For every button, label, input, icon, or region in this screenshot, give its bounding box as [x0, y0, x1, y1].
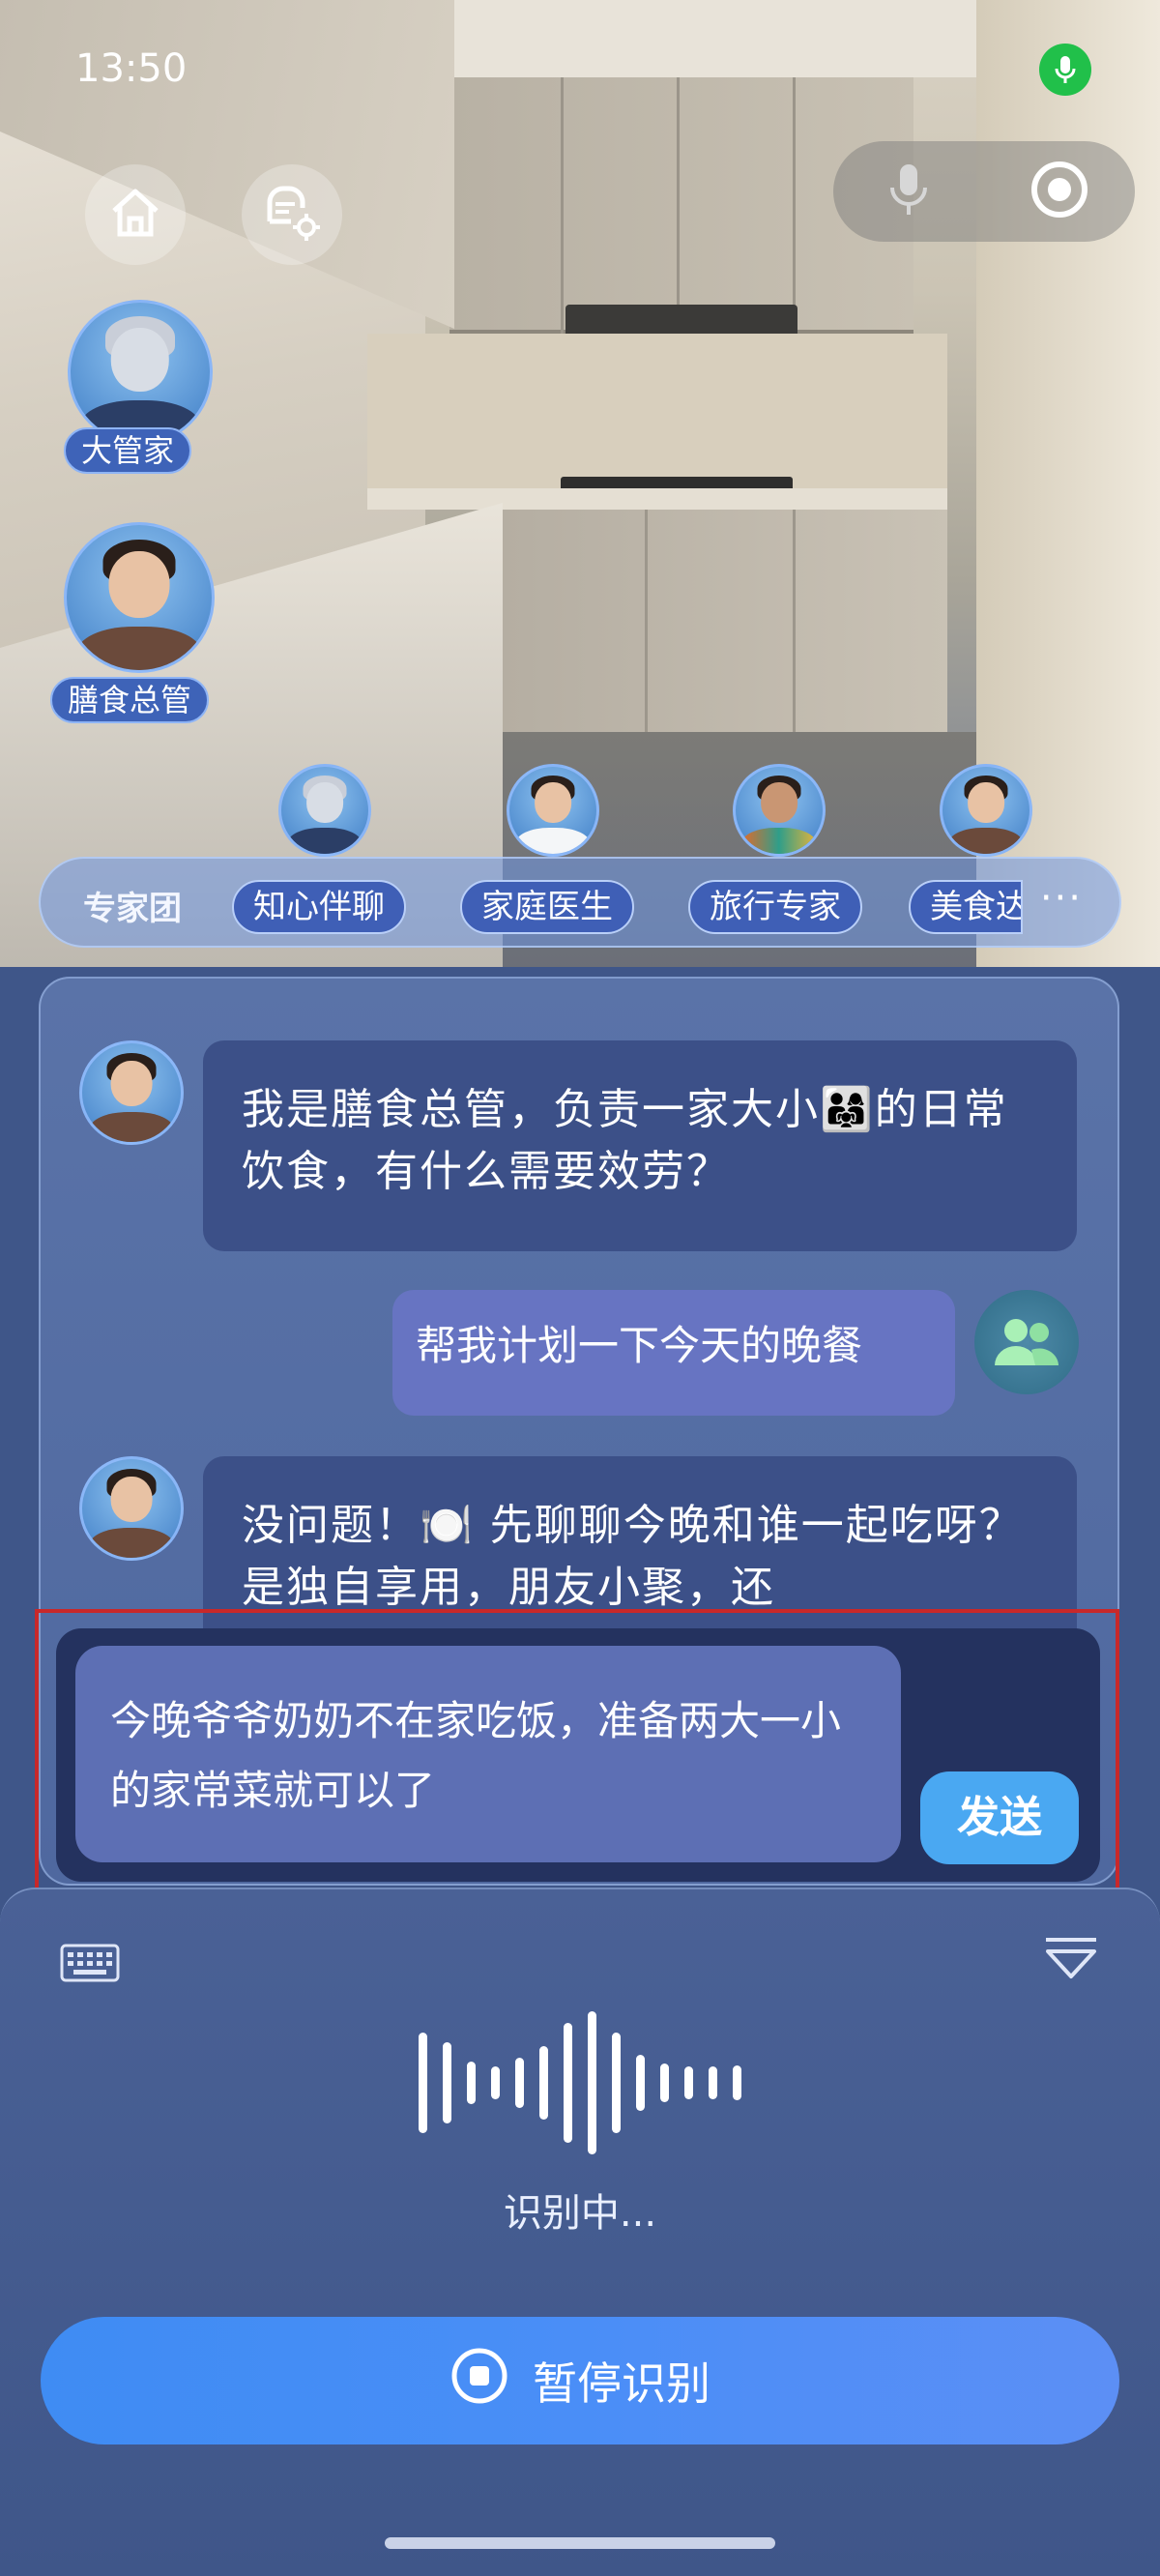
food-expert-avatar	[940, 764, 1032, 857]
user-avatar	[974, 1290, 1079, 1394]
robot-butler-avatar[interactable]	[68, 300, 213, 445]
recognition-status: 识别中...	[503, 2191, 657, 2236]
persona-label-chef[interactable]: 膳食总管	[50, 677, 210, 723]
record-button[interactable]	[984, 141, 1135, 242]
keyboard-button[interactable]	[60, 1944, 120, 1986]
home-indicator[interactable]	[385, 2537, 775, 2549]
record-icon	[1030, 160, 1089, 223]
highlight-box	[35, 1609, 1119, 1905]
device-settings-button[interactable]	[242, 164, 342, 265]
expert-chip-food[interactable]: 美食达	[909, 880, 1023, 934]
ai-message-bubble: 我是膳食总管，负责一家大小👨‍👩‍👧的日常饮食，有什么需要效劳？	[203, 1040, 1077, 1251]
companion-expert-avatar	[278, 764, 371, 857]
expert-more-button[interactable]: ···	[1040, 876, 1083, 921]
travel-expert-avatar	[733, 764, 826, 857]
mic-active-indicator	[1039, 44, 1091, 96]
pause-recognition-button[interactable]: 暂停识别	[41, 2317, 1119, 2444]
expert-chip-companion[interactable]: 知心伴聊	[232, 880, 406, 934]
expert-team-bar: 专家团 知心伴聊 家庭医生 旅行专家 美食达 ···	[39, 857, 1121, 948]
home-button[interactable]	[85, 164, 186, 265]
expert-chip-doctor[interactable]: 家庭医生	[460, 880, 634, 934]
keyboard-icon	[60, 1944, 120, 1986]
mic-toggle-button[interactable]	[833, 141, 984, 242]
expert-team-title: 专家团	[83, 890, 182, 928]
collapse-button[interactable]	[1042, 1936, 1100, 1986]
persona-label-butler[interactable]: 大管家	[64, 427, 192, 474]
device-settings-icon	[262, 183, 322, 247]
expert-chip-travel[interactable]: 旅行专家	[688, 880, 862, 934]
chef-avatar[interactable]	[64, 522, 215, 673]
pause-recognition-label: 暂停识别	[533, 2357, 710, 2410]
doctor-expert-avatar	[507, 764, 599, 857]
voice-control-pill	[833, 141, 1135, 242]
chef-message-avatar	[79, 1040, 184, 1145]
voice-input-panel: 识别中... 暂停识别	[0, 1888, 1160, 2576]
home-icon	[106, 184, 164, 246]
voice-waveform	[387, 2005, 773, 2160]
chevron-down-icon	[1042, 1938, 1100, 1986]
microphone-icon	[886, 161, 931, 222]
user-message-bubble: 帮我计划一下今天的晚餐	[392, 1290, 955, 1416]
status-time: 13:50	[75, 46, 188, 91]
stop-icon	[450, 2346, 509, 2416]
chef-message-avatar	[79, 1456, 184, 1561]
